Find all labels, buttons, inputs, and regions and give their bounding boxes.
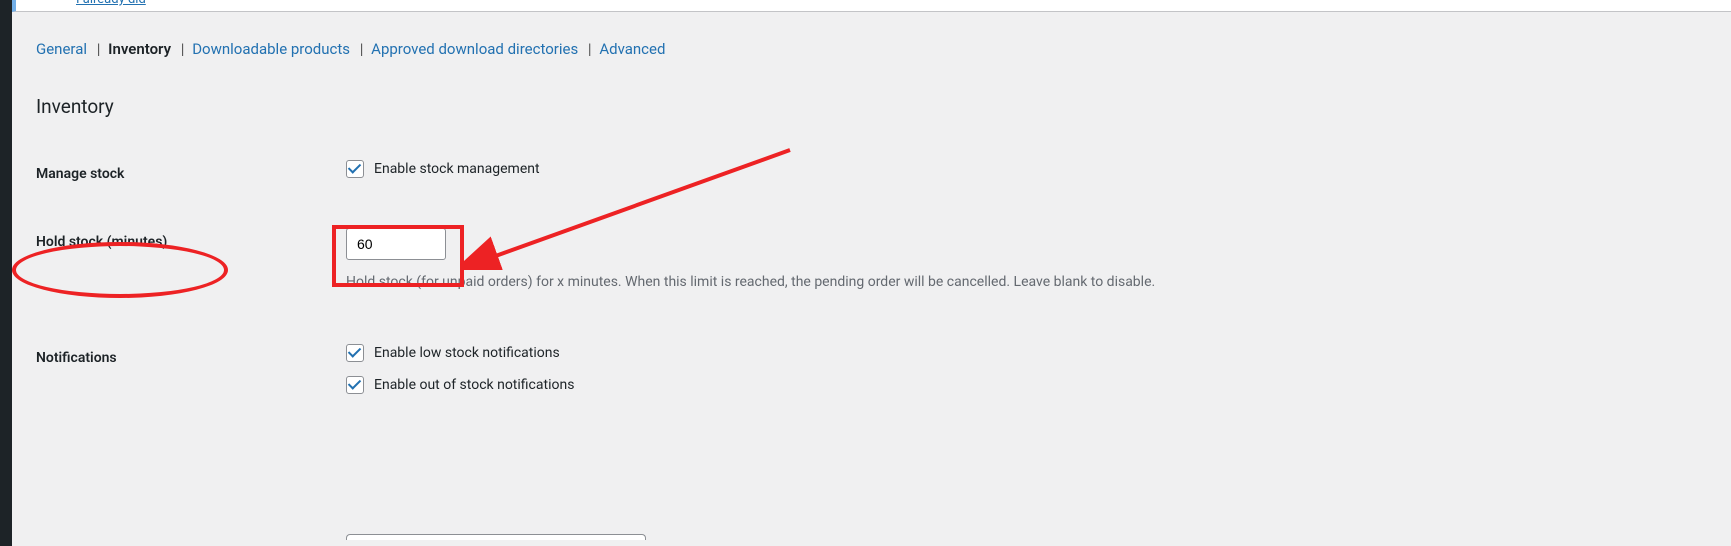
settings-subnav: General | Inventory | Downloadable produ…	[36, 40, 667, 58]
row-hold-stock: Hold stock (minutes) Hold stock (for unp…	[36, 228, 1711, 290]
admin-sidebar-edge	[0, 0, 12, 546]
separator: |	[360, 40, 364, 58]
checkbox-low-stock-notifications[interactable]	[346, 344, 364, 362]
tab-approved-download-directories[interactable]: Approved download directories	[371, 40, 578, 58]
tab-inventory[interactable]: Inventory	[108, 40, 171, 58]
separator: |	[97, 40, 101, 58]
separator: |	[588, 40, 592, 58]
checkbox-label-out-of-stock[interactable]: Enable out of stock notifications	[374, 377, 574, 393]
notice-banner: I already did	[12, 0, 1731, 12]
label-hold-stock: Hold stock (minutes)	[36, 234, 167, 250]
tab-advanced[interactable]: Advanced	[599, 40, 665, 58]
checkbox-enable-stock-management[interactable]	[346, 160, 364, 178]
checkbox-label-enable-stock[interactable]: Enable stock management	[374, 161, 540, 177]
section-heading: Inventory	[36, 95, 114, 118]
hold-stock-description: Hold stock (for unpaid orders) for x min…	[346, 274, 1711, 290]
row-notifications: Notifications Enable low stock notificat…	[36, 344, 1711, 408]
label-manage-stock: Manage stock	[36, 160, 346, 182]
partial-field-bottom-edge	[346, 534, 646, 540]
tab-downloadable-products[interactable]: Downloadable products	[192, 40, 350, 58]
checkbox-out-of-stock-notifications[interactable]	[346, 376, 364, 394]
tab-general[interactable]: General	[36, 40, 87, 58]
checkbox-label-low-stock[interactable]: Enable low stock notifications	[374, 345, 560, 361]
input-hold-stock-minutes[interactable]	[346, 228, 446, 260]
notice-link-dismiss[interactable]: I already did	[76, 0, 146, 7]
settings-form: Manage stock Enable stock management Hol…	[36, 160, 1711, 432]
row-manage-stock: Manage stock Enable stock management	[36, 160, 1711, 192]
label-notifications: Notifications	[36, 344, 346, 366]
separator: |	[181, 40, 185, 58]
